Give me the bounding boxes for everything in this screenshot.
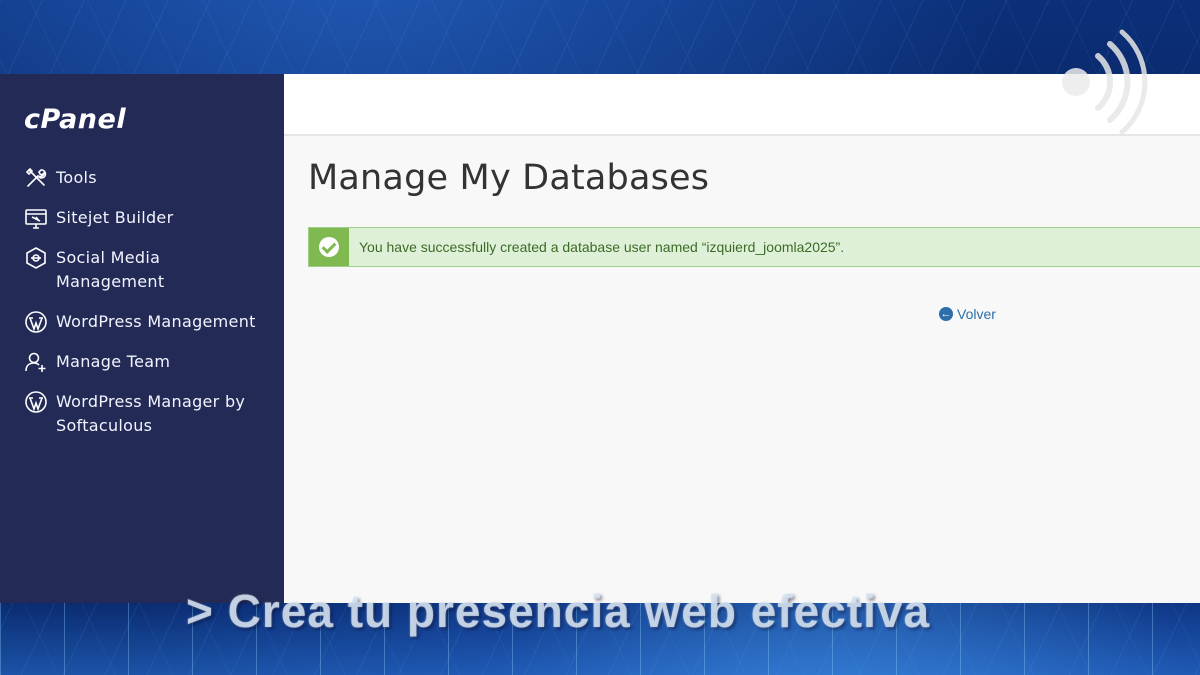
wordpress-icon bbox=[25, 391, 47, 413]
sidebar-item-social-media-management[interactable]: Social Media Management bbox=[0, 246, 284, 294]
sidebar-nav: Tools Sitejet Builder Social Media Manag… bbox=[0, 166, 284, 438]
signal-waves-icon bbox=[1062, 29, 1148, 135]
check-circle-icon bbox=[319, 237, 339, 257]
tools-icon bbox=[25, 167, 47, 187]
alert-icon-box bbox=[309, 228, 349, 266]
overlay-caption: > Crea tu presencia web efectiva bbox=[186, 585, 931, 637]
back-link-label: Volver bbox=[957, 306, 996, 322]
main-content: Manage My Databases You have successfull… bbox=[284, 74, 1200, 603]
social-media-icon bbox=[26, 247, 46, 269]
sidebar-item-label: Social Media Management bbox=[56, 248, 165, 291]
alert-message: You have successfully created a database… bbox=[359, 239, 845, 255]
sidebar-item-wordpress-management[interactable]: WordPress Management bbox=[0, 310, 284, 334]
manage-team-icon bbox=[25, 352, 46, 372]
sidebar-item-label: WordPress Management bbox=[56, 312, 256, 331]
sidebar: cPanel Tools Sitejet Builder Social Medi… bbox=[0, 74, 284, 603]
sidebar-item-wordpress-manager-softaculous[interactable]: WordPress Manager by Softaculous bbox=[0, 390, 284, 438]
sidebar-item-label: Sitejet Builder bbox=[56, 208, 174, 227]
back-link[interactable]: ← Volver bbox=[939, 306, 996, 322]
cpanel-window: cPanel Tools Sitejet Builder Social Medi… bbox=[0, 74, 1200, 603]
page-title: Manage My Databases bbox=[308, 158, 710, 198]
sidebar-item-label: Manage Team bbox=[56, 352, 171, 371]
success-alert: You have successfully created a database… bbox=[308, 227, 1200, 267]
sidebar-item-tools[interactable]: Tools bbox=[0, 166, 284, 190]
arrow-left-circle-icon: ← bbox=[939, 307, 953, 321]
wordpress-icon bbox=[25, 311, 47, 333]
sidebar-item-sitejet-builder[interactable]: Sitejet Builder bbox=[0, 206, 284, 230]
sidebar-item-manage-team[interactable]: Manage Team bbox=[0, 350, 284, 374]
sidebar-item-label: WordPress Manager by Softaculous bbox=[56, 392, 246, 435]
cpanel-logo[interactable]: cPanel bbox=[24, 102, 284, 142]
sidebar-item-label: Tools bbox=[56, 168, 97, 187]
sitejet-icon bbox=[25, 209, 47, 229]
